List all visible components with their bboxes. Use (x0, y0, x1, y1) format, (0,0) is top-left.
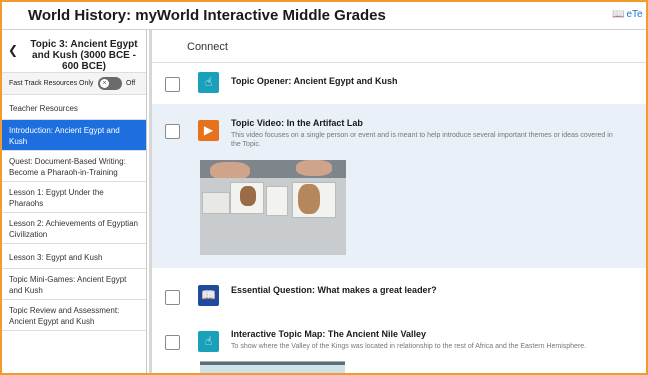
video-thumbnail[interactable] (200, 160, 346, 255)
sidebar-item-label: Topic Review and Assessment: Ancient Egy… (9, 306, 120, 326)
hand-pointer-icon: ☝ (198, 331, 219, 352)
resource-title[interactable]: Essential Question: What makes a great l… (231, 285, 437, 295)
resource-title[interactable]: Interactive Topic Map: The Ancient Nile … (231, 329, 426, 339)
sidebar-item-label: Teacher Resources (9, 104, 78, 113)
thumbnail-specimen-box (266, 186, 288, 216)
resource-title[interactable]: Topic Opener: Ancient Egypt and Kush (231, 76, 398, 86)
thumbnail-hand (296, 160, 332, 176)
play-icon: ▶ (198, 120, 219, 141)
fast-track-row: Fast Track Resources Only × Off (2, 73, 146, 95)
hand-pointer-icon: ☝ (198, 72, 219, 93)
page-title: World History: myWorld Interactive Middl… (28, 7, 386, 24)
sidebar: ❮ Topic 3: Ancient Egypt and Kush (3000 … (2, 30, 147, 373)
map-thumbnail-strip (200, 362, 345, 365)
resource-row-topic-opener[interactable]: ☝ Topic Opener: Ancient Egypt and Kush (152, 63, 646, 103)
resource-row-essential-question[interactable]: 📖 Essential Question: What makes a great… (152, 269, 646, 324)
resource-checkbox[interactable] (165, 290, 180, 305)
sidebar-item-lesson-1[interactable]: Lesson 1: Egypt Under the Pharaohs (2, 182, 146, 213)
sidebar-item-quest[interactable]: Quest: Document-Based Writing: Become a … (2, 151, 146, 182)
sidebar-item-label: Topic Mini-Games: Ancient Egypt and Kush (9, 275, 127, 295)
toggle-off-icon: × (100, 79, 109, 88)
sidebar-item-lesson-2[interactable]: Lesson 2: Achievements of Egyptian Civil… (2, 213, 146, 244)
sidebar-item-label: Lesson 3: Egypt and Kush (9, 253, 103, 262)
app-frame: World History: myWorld Interactive Middl… (0, 0, 648, 375)
sidebar-item-introduction[interactable]: Introduction: Ancient Egypt and Kush (2, 120, 146, 151)
resource-checkbox[interactable] (165, 77, 180, 92)
sidebar-item-label: Lesson 2: Achievements of Egyptian Civil… (9, 219, 138, 239)
map-thumbnail[interactable] (200, 361, 345, 373)
fast-track-state: Off (126, 80, 136, 87)
resource-checkbox[interactable] (165, 335, 180, 350)
etext-label: eTe (626, 9, 643, 20)
sidebar-item-label: Lesson 1: Egypt Under the Pharaohs (9, 188, 104, 208)
resource-description: To show where the Valley of the Kings wa… (231, 343, 587, 350)
resource-description: This video focuses on a single person or… (231, 132, 613, 139)
topic-title: Topic 3: Ancient Egypt and Kush (3000 BC… (30, 39, 138, 72)
back-chevron-icon[interactable]: ❮ (8, 43, 18, 57)
thumbnail-artifact (298, 184, 320, 214)
thumbnail-artifact (240, 186, 256, 206)
resource-checkbox[interactable] (165, 124, 180, 139)
book-icon: 📖 (612, 9, 625, 20)
main-content: Connect ☝ Topic Opener: Ancient Egypt an… (152, 30, 646, 373)
sidebar-item-mini-games[interactable]: Topic Mini-Games: Ancient Egypt and Kush (2, 269, 146, 300)
etext-link[interactable]: 📖 eTe (612, 9, 643, 20)
fast-track-label: Fast Track Resources Only (9, 80, 94, 87)
sidebar-item-label: Introduction: Ancient Egypt and Kush (9, 126, 120, 146)
sidebar-item-label: Quest: Document-Based Writing: Become a … (9, 157, 126, 177)
book-icon: 📖 (198, 285, 219, 306)
sidebar-item-lesson-3[interactable]: Lesson 3: Egypt and Kush (2, 244, 146, 269)
fast-track-toggle[interactable]: × (98, 77, 122, 90)
section-title: Connect (187, 41, 228, 53)
resource-title[interactable]: Topic Video: In the Artifact Lab (231, 118, 363, 128)
sidebar-item-topic-review[interactable]: Topic Review and Assessment: Ancient Egy… (2, 300, 146, 331)
thumbnail-specimen-box (202, 192, 230, 214)
topic-header: ❮ Topic 3: Ancient Egypt and Kush (3000 … (2, 30, 146, 73)
resource-description-cont: the Topic. (231, 141, 261, 148)
sidebar-item-teacher-resources[interactable]: Teacher Resources (2, 95, 146, 120)
app-header: World History: myWorld Interactive Middl… (2, 2, 646, 30)
